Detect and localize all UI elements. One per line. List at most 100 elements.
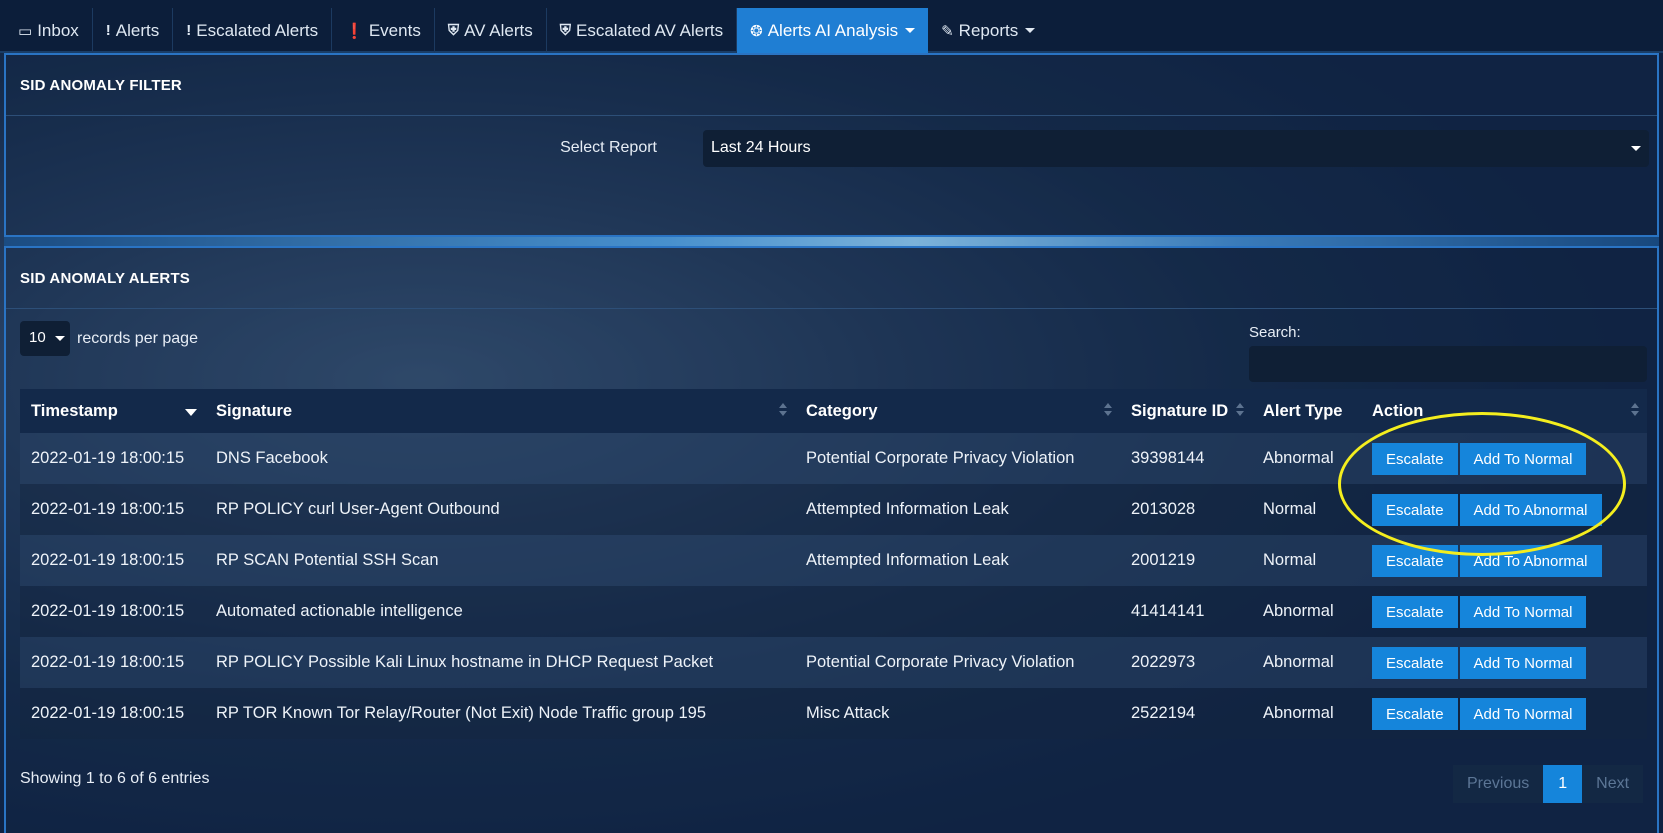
cell-signature: Automated actionable intelligence [216,602,463,620]
table-row: 2022-01-19 18:00:15 DNS Facebook Potenti… [20,433,1647,484]
cell-timestamp: 2022-01-19 18:00:15 [31,500,185,518]
escalate-button[interactable]: Escalate [1372,442,1458,475]
previous-button[interactable]: Previous [1453,765,1544,803]
cell-alert-type: Abnormal [1263,602,1334,620]
column-header-alert-type[interactable]: Alert Type [1252,389,1361,433]
pagination: Previous 1 Next [1453,765,1644,803]
table-info: Showing 1 to 6 of 6 entries [20,770,210,787]
cell-signature: RP SCAN Potential SSH Scan [216,551,439,569]
column-header-action[interactable]: Action [1361,389,1647,433]
column-header-signature-id[interactable]: Signature ID [1120,389,1252,433]
cell-timestamp: 2022-01-19 18:00:15 [31,602,185,620]
sort-icon [779,403,787,417]
escalate-button[interactable]: Escalate [1372,544,1458,577]
cell-category: Potential Corporate Privacy Violation [806,449,1075,467]
tab-label: Escalated Alerts [196,20,319,40]
filter-row: Select Report Last 24 Hours [6,130,1657,167]
cell-signature-id: 39398144 [1131,449,1205,467]
sort-icon [1104,403,1112,417]
panel-title: SID ANOMALY ALERTS [6,248,1657,309]
alerts-table: Timestamp Signature Category Signature I… [20,389,1647,739]
tab-alerts[interactable]: ! Alerts [93,8,174,53]
tab-label: AV Alerts [464,20,533,40]
search-label: Search: [1249,324,1301,341]
table-header-row: Timestamp Signature Category Signature I… [20,389,1647,433]
top-nav: ▭ Inbox ! Alerts ! Escalated Alerts ❗ Ev… [0,0,1663,53]
search-input[interactable] [1249,346,1647,382]
sid-anomaly-alerts-panel: SID ANOMALY ALERTS 10 records per page S… [4,246,1659,833]
cell-alert-type: Abnormal [1263,449,1334,467]
page-1-button[interactable]: 1 [1543,765,1583,803]
cell-signature: RP TOR Known Tor Relay/Router (Not Exit)… [216,704,707,722]
cell-signature-id: 41414141 [1131,602,1205,620]
panel-title: SID ANOMALY FILTER [6,55,1657,116]
cell-signature-id: 2022973 [1131,653,1196,671]
records-per-page: 10 records per page [20,321,198,356]
exclamation-circle-icon: ❗ [345,22,364,40]
records-per-page-value: 10 [29,329,46,346]
tab-label: Inbox [37,20,79,40]
tab-av-alerts[interactable]: ⛨ AV Alerts [435,8,547,53]
cell-signature: RP POLICY curl User-Agent Outbound [216,500,500,518]
tab-label: Alerts AI Analysis [767,20,899,40]
escalate-button[interactable]: Escalate [1372,646,1458,679]
tab-alerts-ai-analysis[interactable]: ❂ Alerts AI Analysis [737,8,929,53]
cell-signature-id: 2001219 [1131,551,1196,569]
add-to-abnormal-button[interactable]: Add To Abnormal [1459,493,1602,526]
sort-icon [1236,403,1244,417]
table-row: 2022-01-19 18:00:15 RP TOR Known Tor Rel… [20,688,1647,739]
cell-signature-id: 2013028 [1131,500,1196,518]
shield-icon: ⛨ [559,22,572,39]
tab-escalated-alerts[interactable]: ! Escalated Alerts [173,8,333,53]
sort-icon [1631,403,1639,417]
tab-inbox[interactable]: ▭ Inbox [5,8,93,53]
cell-category: Attempted Information Leak [806,551,1009,569]
report-select[interactable]: Last 24 Hours [703,130,1649,167]
add-to-normal-button[interactable]: Add To Normal [1459,442,1587,475]
next-button[interactable]: Next [1582,765,1644,803]
report-select-value: Last 24 Hours [711,139,811,156]
chevron-down-icon [55,336,65,341]
add-to-abnormal-button[interactable]: Add To Abnormal [1459,544,1602,577]
sid-anomaly-filter-panel: SID ANOMALY FILTER Select Report Last 24… [4,53,1659,237]
add-to-normal-button[interactable]: Add To Normal [1459,697,1587,730]
escalate-button[interactable]: Escalate [1372,595,1458,628]
records-per-page-select[interactable]: 10 [20,321,70,356]
cell-timestamp: 2022-01-19 18:00:15 [31,653,185,671]
shield-icon: ⛨ [447,22,460,39]
cell-timestamp: 2022-01-19 18:00:15 [31,449,185,467]
cell-action: Escalate Add To Abnormal [1361,535,1647,586]
add-to-normal-button[interactable]: Add To Normal [1459,646,1587,679]
chevron-down-icon [1025,28,1036,33]
escalate-button[interactable]: Escalate [1372,493,1458,526]
column-header-category[interactable]: Category [795,389,1120,433]
cell-category [795,586,1120,637]
gear-icon: ❂ [750,22,763,40]
exclamation-icon: ! [105,22,111,39]
tab-label: Alerts [115,20,160,40]
cell-action: Escalate Add To Normal [1361,586,1647,637]
records-per-page-label: records per page [77,329,198,347]
exclamation-icon: ! [186,22,192,39]
column-header-timestamp[interactable]: Timestamp [20,389,205,433]
escalate-button[interactable]: Escalate [1372,697,1458,730]
cell-signature-id: 2522194 [1131,704,1196,722]
cell-action: Escalate Add To Abnormal [1361,484,1647,535]
add-to-normal-button[interactable]: Add To Normal [1459,595,1587,628]
tab-label: Reports [958,20,1019,40]
tab-escalated-av-alerts[interactable]: ⛨ Escalated AV Alerts [547,8,738,53]
cell-category: Attempted Information Leak [806,500,1009,518]
cell-timestamp: 2022-01-19 18:00:15 [31,704,185,722]
tab-events[interactable]: ❗ Events [332,8,435,53]
cell-timestamp: 2022-01-19 18:00:15 [31,551,185,569]
cell-category: Potential Corporate Privacy Violation [806,653,1075,671]
cell-signature: DNS Facebook [216,449,328,467]
cell-signature: RP POLICY Possible Kali Linux hostname i… [216,653,714,671]
pencil-icon: ✎ [941,22,954,40]
tab-label: Events [368,20,421,40]
cell-category: Misc Attack [806,704,890,722]
table-row: 2022-01-19 18:00:15 Automated actionable… [20,586,1647,637]
divider [4,237,1659,246]
column-header-signature[interactable]: Signature [205,389,795,433]
tab-reports[interactable]: ✎ Reports [928,8,1048,53]
